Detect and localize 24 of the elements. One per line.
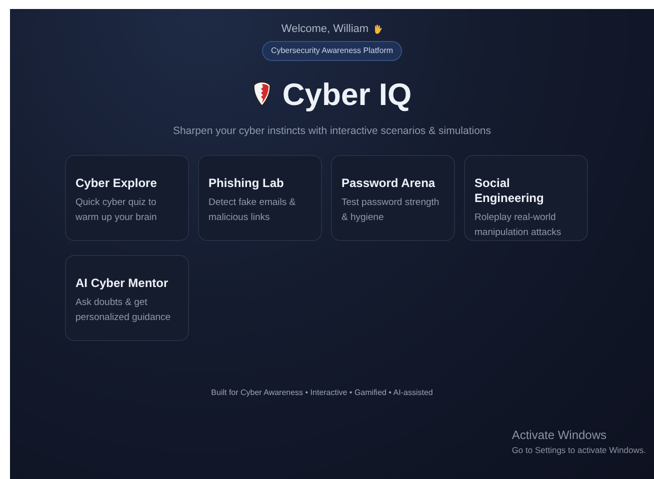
card-description: Test password strength & hygiene: [342, 196, 440, 226]
card-description: Detect fake emails & malicious links: [208, 196, 297, 226]
feature-card[interactable]: Phishing Lab Detect fake emails & malicious links: [198, 155, 322, 242]
activation-message: Go to Settings to activate Windows.: [512, 444, 646, 457]
feature-card[interactable]: AI Cyber Mentor Ask doubts & get personalized guidance: [64, 255, 188, 342]
feature-card[interactable]: Cyber Explore Quick cyber quiz to warm up your brain: [64, 155, 188, 242]
feature-card[interactable]: Social Engineering Roleplay real-world manipulation attacks: [464, 155, 588, 242]
card-title: Phishing Lab: [208, 176, 285, 192]
welcome-text: Welcome, William: [281, 22, 369, 37]
card-description: Quick cyber quiz to warm up your brain: [76, 196, 158, 226]
card-title: Password Arena: [342, 176, 436, 192]
waving-hand-icon: [372, 24, 383, 35]
card-title: AI Cyber Mentor: [76, 276, 170, 292]
card-description: Roleplay real-world manipulation attacks: [474, 211, 562, 240]
shield-icon: [252, 81, 272, 107]
activation-title: Activate Windows: [512, 427, 608, 444]
platform-badge: Cybersecurity Awareness Platform: [262, 40, 402, 60]
feature-card[interactable]: Password Arena Test password strength & hygiene: [330, 155, 454, 242]
footer-text: Built for Cyber Awareness • Interactive • Gamified • AI-assisted: [211, 387, 433, 400]
card-description: Ask doubts & get personalized guidance: [76, 296, 172, 326]
card-title: Cyber Explore: [76, 176, 158, 192]
app-title: Cyber IQ: [282, 78, 412, 110]
subtitle-text: Sharpen your cyber instincts with interactive scenarios & simulations: [172, 124, 492, 138]
card-title: Social Engineering: [474, 176, 545, 206]
